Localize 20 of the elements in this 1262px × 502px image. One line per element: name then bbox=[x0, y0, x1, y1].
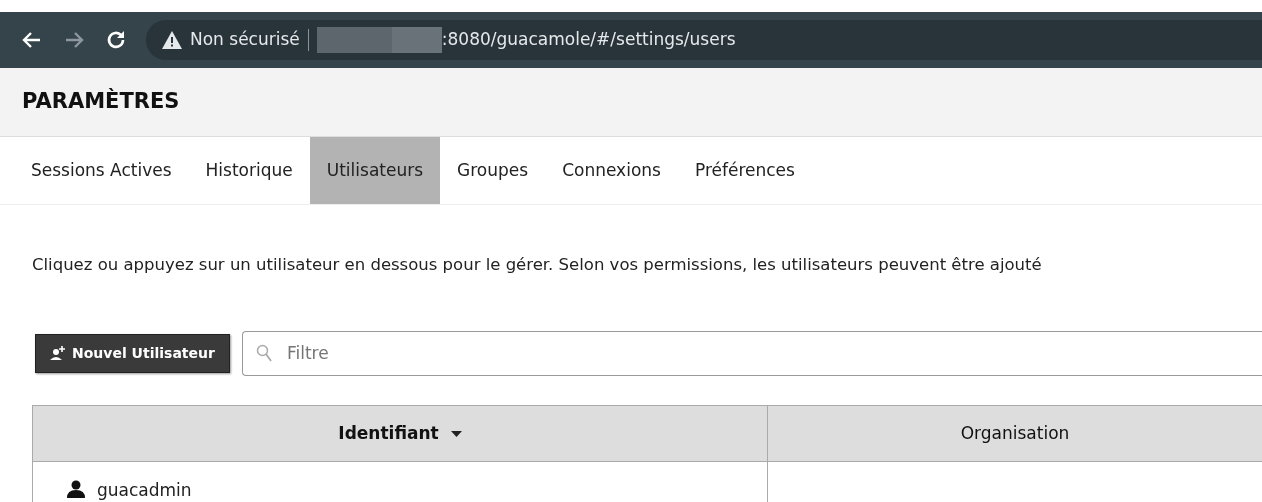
user-cell[interactable]: guacadmin bbox=[32, 461, 768, 502]
add-user-icon bbox=[50, 346, 66, 361]
tab[interactable]: Sessions Actives bbox=[14, 137, 189, 204]
security-label: Non sécurisé bbox=[190, 28, 300, 52]
tab[interactable]: Connexions bbox=[545, 137, 678, 204]
address-bar[interactable]: Non sécurisé :8080/guacamole/#/settings/users bbox=[146, 20, 1262, 60]
tab[interactable]: Groupes bbox=[440, 137, 546, 204]
url-text: :8080/guacamole/#/settings/users bbox=[441, 28, 736, 52]
warning-icon bbox=[162, 31, 182, 49]
column-header[interactable]: Organisation bbox=[767, 405, 1262, 462]
description-text: Cliquez ou appuyez sur un utilisateur en dessous pour le gérer. Selon vos permissions, les utilisateurs peuvent être ajouté bbox=[32, 254, 1043, 276]
filter-field[interactable]: Filtre bbox=[241, 330, 1262, 376]
new-user-button[interactable]: Nouvel Utilisateur bbox=[35, 333, 230, 373]
sort-caret-icon bbox=[450, 430, 462, 437]
user-icon bbox=[67, 479, 85, 498]
tab[interactable]: Préférences bbox=[677, 137, 812, 204]
tab[interactable]: Historique bbox=[188, 137, 310, 204]
page-title: PARAMÈTRES bbox=[22, 89, 180, 115]
column-header[interactable]: Identifiant bbox=[32, 405, 768, 462]
tab[interactable]: Utilisateurs bbox=[309, 137, 441, 204]
